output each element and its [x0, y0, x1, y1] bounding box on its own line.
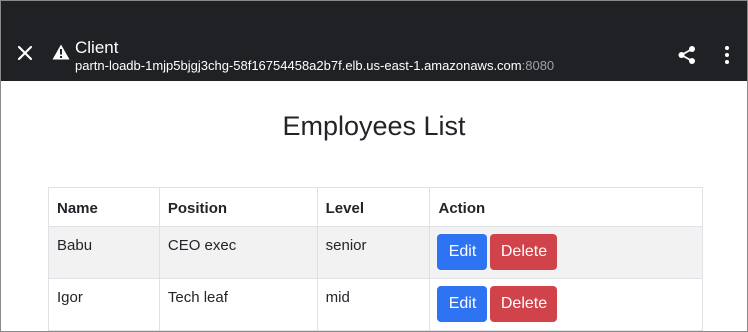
close-icon[interactable] [15, 43, 35, 63]
warning-icon[interactable] [52, 44, 70, 60]
cell-action: Edit Delete [429, 226, 703, 279]
column-header-level: Level [316, 187, 431, 227]
page-url: partn-loadb-1mjp5bjgj3chg-58f16754458a2b… [75, 58, 554, 73]
employees-list-heading: Employees List [282, 111, 466, 141]
edit-button[interactable]: Edit [437, 234, 488, 270]
edit-button[interactable]: Edit [437, 286, 488, 322]
url-port: :8080 [521, 58, 555, 73]
column-header-position: Position [158, 187, 318, 227]
column-header-action: Action [429, 187, 703, 227]
column-header-name: Name [48, 187, 160, 227]
cell-position: Tech leaf [158, 278, 318, 331]
table-row: Igor Tech leaf mid Edit Delete [48, 278, 703, 331]
browser-frame: Client partn-loadb-1mjp5bjgj3chg-58f1675… [0, 0, 748, 332]
browser-top-bar: Client partn-loadb-1mjp5bjgj3chg-58f1675… [1, 1, 747, 81]
cell-action: Edit Delete [429, 278, 703, 331]
cell-name: Igor [48, 278, 160, 331]
cell-name: Babu [48, 226, 160, 279]
table-row: Babu CEO exec senior Edit Delete [48, 226, 703, 279]
share-icon[interactable] [677, 45, 697, 65]
delete-button[interactable]: Delete [490, 286, 558, 322]
cell-level: senior [316, 226, 431, 279]
table-header-row: Name Position Level Action [48, 187, 703, 227]
cell-position: CEO exec [158, 226, 318, 279]
more-vert-icon[interactable] [720, 45, 734, 65]
url-host: partn-loadb-1mjp5bjgj3chg-58f16754458a2b… [75, 58, 522, 73]
delete-button[interactable]: Delete [490, 234, 558, 270]
cell-level: mid [316, 278, 431, 331]
page-title: Client [75, 38, 119, 57]
employees-table: Name Position Level Action Babu CEO exec… [48, 187, 703, 331]
